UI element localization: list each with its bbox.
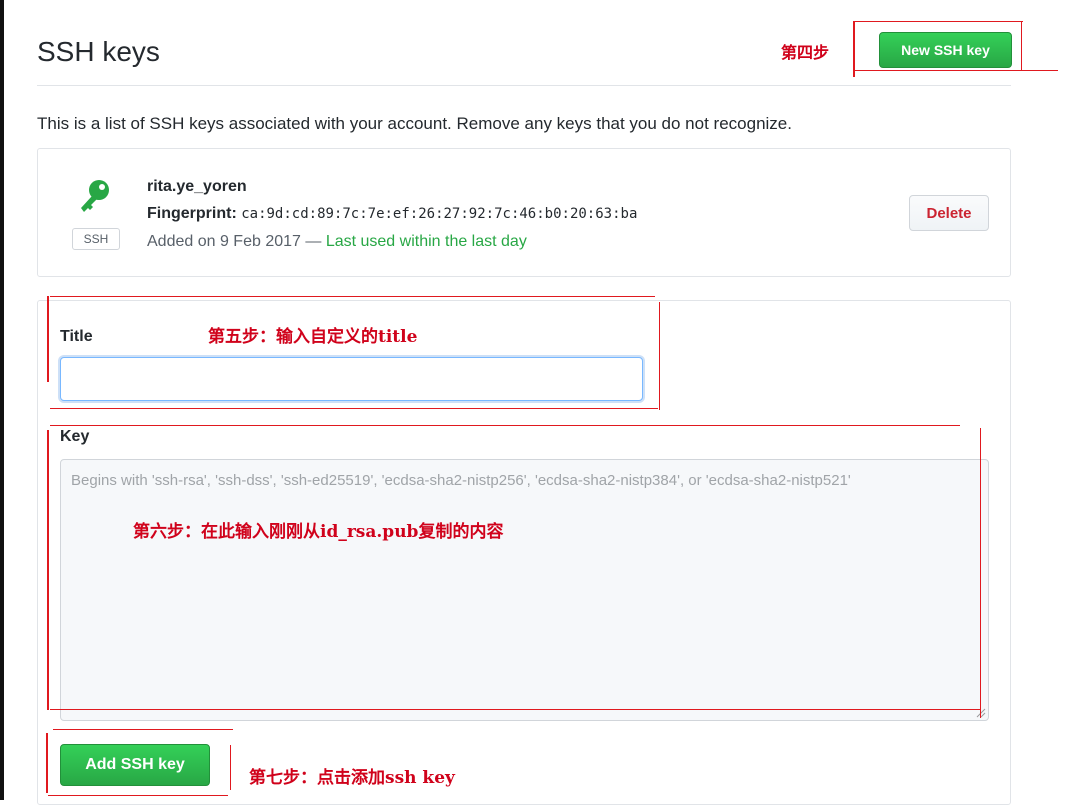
title-field-label: Title bbox=[60, 328, 93, 345]
title-input[interactable] bbox=[60, 357, 643, 401]
delete-key-button[interactable]: Delete bbox=[909, 195, 989, 231]
new-ssh-key-button[interactable]: New SSH key bbox=[879, 32, 1012, 68]
fingerprint-label: Fingerprint: bbox=[147, 205, 237, 222]
fingerprint-row: Fingerprint: ca:9d:cd:89:7c:7e:ef:26:27:… bbox=[147, 205, 637, 223]
annotation-step-4: 第四步 bbox=[781, 43, 830, 62]
annotation-step-7: 第七步：点击添加ssh key bbox=[249, 768, 455, 788]
annotation-step-5: 第五步：输入自定义的title bbox=[208, 327, 418, 347]
window-left-border bbox=[0, 0, 4, 800]
title-divider bbox=[37, 85, 1011, 86]
key-textarea[interactable] bbox=[60, 459, 989, 721]
page-title: SSH keys bbox=[37, 36, 160, 67]
key-added-row: Added on 9 Feb 2017 — Last used within t… bbox=[147, 233, 527, 251]
fingerprint-value: ca:9d:cd:89:7c:7e:ef:26:27:92:7c:46:b0:2… bbox=[241, 206, 638, 222]
key-last-used: Last used within the last day bbox=[325, 233, 527, 250]
key-icon bbox=[81, 180, 109, 212]
page-description: This is a list of SSH keys associated wi… bbox=[37, 114, 792, 133]
key-added-date: Added on 9 Feb 2017 — bbox=[147, 233, 322, 250]
add-ssh-key-button[interactable]: Add SSH key bbox=[60, 744, 210, 786]
key-field-label: Key bbox=[60, 428, 90, 445]
annotation-step-6: 第六步：在此输入刚刚从id_rsa.pub复制的内容 bbox=[133, 522, 504, 542]
key-title: rita.ye_yoren bbox=[147, 178, 247, 195]
ssh-badge: SSH bbox=[72, 228, 120, 250]
